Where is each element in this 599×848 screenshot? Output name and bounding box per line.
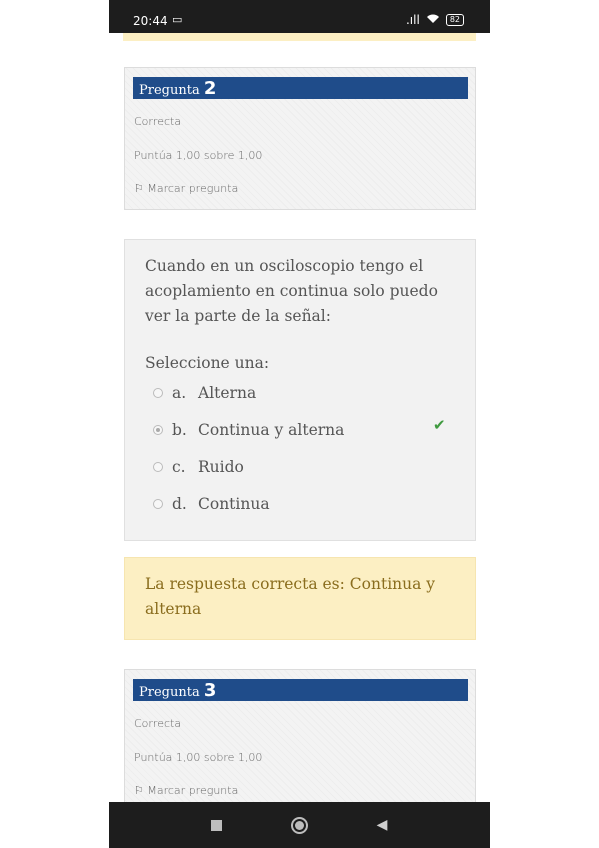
question-card: Cuando en un osciloscopio tengo el acopl… bbox=[124, 239, 476, 541]
square-icon bbox=[210, 819, 222, 831]
navigation-bar: ◀ bbox=[109, 802, 490, 848]
radio-b-selected[interactable] bbox=[153, 425, 163, 435]
question-status: Correcta bbox=[134, 115, 182, 128]
question-2-header: Pregunta 2 bbox=[133, 77, 468, 99]
option-label: Continua bbox=[198, 495, 270, 513]
status-time: 20:44 bbox=[133, 14, 168, 28]
battery-icon: 82 bbox=[445, 14, 464, 26]
home-button[interactable] bbox=[287, 802, 311, 848]
flag-question-label: Marcar pregunta bbox=[147, 784, 239, 797]
status-icons: .ıll 82 bbox=[406, 13, 464, 27]
option-c[interactable]: c. Ruido bbox=[153, 456, 244, 478]
phone-screen: 20:44 ▭ .ıll 82 Pregunta 2 Correcta Punt… bbox=[109, 0, 490, 848]
flag-icon: ⚐ bbox=[134, 784, 144, 797]
option-label: Continua y alterna bbox=[198, 421, 345, 439]
question-text: Cuando en un osciloscopio tengo el acopl… bbox=[145, 257, 438, 325]
radio-a[interactable] bbox=[153, 388, 163, 398]
wifi-icon bbox=[426, 13, 440, 27]
radio-d[interactable] bbox=[153, 499, 163, 509]
option-letter: a. bbox=[172, 384, 187, 402]
question-score: Puntúa 1,00 sobre 1,00 bbox=[134, 751, 263, 764]
triangle-back-icon: ◀ bbox=[376, 817, 388, 833]
option-a[interactable]: a. Alterna bbox=[153, 382, 256, 404]
previous-feedback-strip bbox=[123, 33, 476, 41]
option-letter: b. bbox=[172, 421, 187, 439]
back-button[interactable]: ◀ bbox=[373, 802, 391, 848]
correct-check-icon: ✔ bbox=[433, 416, 446, 434]
question-2-info: Pregunta 2 Correcta Puntúa 1,00 sobre 1,… bbox=[124, 67, 476, 210]
flag-question-label: Marcar pregunta bbox=[147, 182, 239, 195]
notification-icon: ▭ bbox=[172, 13, 183, 26]
option-letter: d. bbox=[172, 495, 187, 513]
radio-c[interactable] bbox=[153, 462, 163, 472]
signal-icon: .ıll bbox=[405, 13, 420, 27]
option-label: Alterna bbox=[198, 384, 257, 402]
question-score: Puntúa 1,00 sobre 1,00 bbox=[134, 149, 263, 162]
circle-icon bbox=[290, 816, 308, 834]
question-3-header: Pregunta 3 bbox=[133, 679, 468, 701]
question-prefix: Pregunta bbox=[139, 83, 200, 98]
flag-icon: ⚐ bbox=[134, 182, 144, 195]
question-3-info: Pregunta 3 Correcta Puntúa 1,00 sobre 1,… bbox=[124, 669, 476, 809]
flag-question-link[interactable]: ⚐ Marcar pregunta bbox=[134, 182, 238, 195]
question-number: 2 bbox=[203, 78, 217, 99]
recents-button[interactable] bbox=[207, 802, 225, 848]
option-d[interactable]: d. Continua bbox=[153, 493, 270, 515]
select-one-label: Seleccione una: bbox=[145, 354, 270, 372]
question-status: Correcta bbox=[134, 717, 182, 730]
status-bar: 20:44 ▭ .ıll 82 bbox=[109, 0, 490, 33]
option-b[interactable]: b. Continua y alterna bbox=[153, 419, 344, 441]
correct-answer-text: La respuesta correcta es: Continua y alt… bbox=[145, 575, 436, 618]
correct-answer-feedback: La respuesta correcta es: Continua y alt… bbox=[124, 557, 476, 640]
question-prefix: Pregunta bbox=[139, 685, 200, 700]
question-number: 3 bbox=[203, 680, 217, 701]
option-label: Ruido bbox=[198, 458, 244, 476]
option-letter: c. bbox=[172, 458, 186, 476]
flag-question-link[interactable]: ⚐ Marcar pregunta bbox=[134, 784, 238, 797]
